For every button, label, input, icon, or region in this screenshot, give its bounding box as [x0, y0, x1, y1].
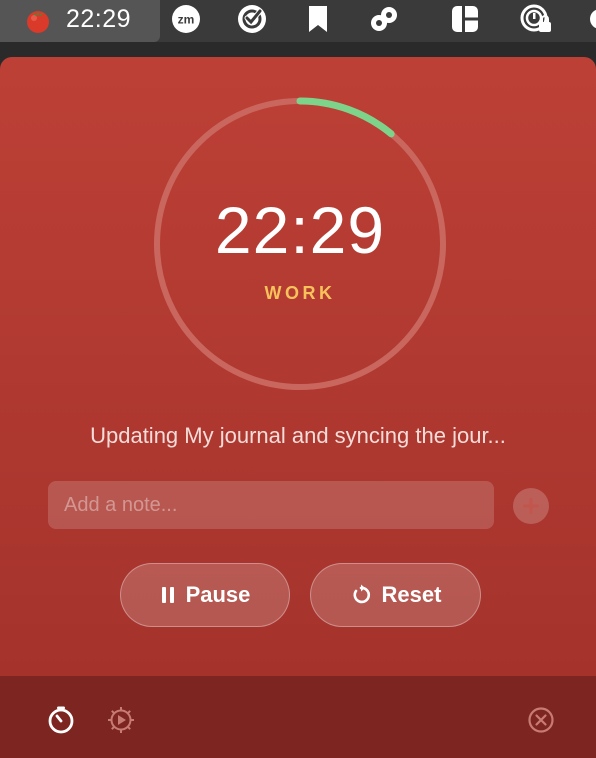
pause-label: Pause: [185, 582, 251, 607]
svg-text:zm: zm: [178, 13, 195, 27]
settings-gear-icon[interactable]: [106, 705, 136, 735]
layout-grid-icon[interactable]: [449, 3, 481, 35]
timer-display: 22:29: [214, 193, 386, 267]
tomato-icon: [27, 11, 49, 33]
task-title: Updating My journal and syncing the jour…: [90, 423, 506, 448]
zoom-icon[interactable]: zm: [170, 3, 202, 35]
locked-timer-icon[interactable]: [520, 3, 552, 35]
status-dot-icon[interactable]: [584, 3, 596, 35]
pause-icon: [161, 587, 174, 603]
close-circle-icon[interactable]: [526, 705, 556, 735]
plus-icon: [523, 498, 539, 514]
menubar-time: 22:29: [66, 5, 132, 33]
mode-label: WORK: [264, 283, 336, 303]
pause-button[interactable]: Pause: [120, 563, 290, 627]
note-input[interactable]: [48, 481, 494, 529]
timer-icon[interactable]: [46, 705, 76, 735]
link-chain-icon[interactable]: [368, 3, 400, 35]
timer-popover: 22:29 WORK Updating My journal and synci…: [0, 57, 596, 758]
bookmark-icon[interactable]: [302, 3, 334, 35]
menu-bar: 22:29 zm: [0, 0, 596, 42]
footer-bar: [0, 676, 596, 758]
reset-button[interactable]: Reset: [310, 563, 481, 627]
add-note-button[interactable]: [513, 488, 549, 524]
menubar-timer-item[interactable]: 22:29: [0, 0, 160, 42]
reset-icon: [353, 584, 370, 604]
reset-label: Reset: [381, 582, 442, 607]
check-circle-icon[interactable]: [236, 3, 268, 35]
